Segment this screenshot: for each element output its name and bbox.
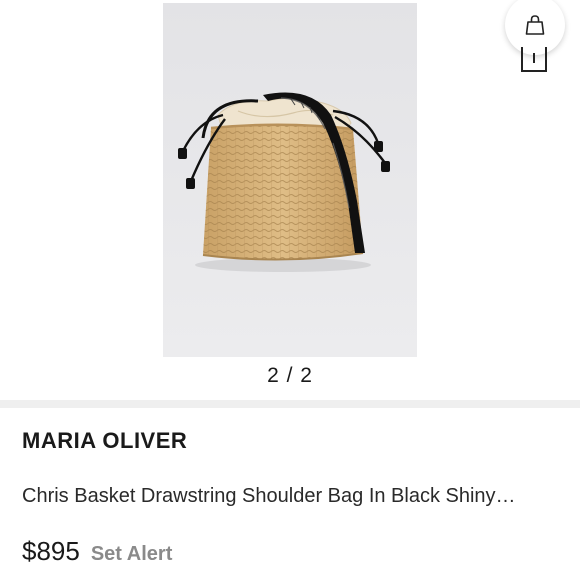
section-divider [0,400,580,408]
basket-bag-illustration [163,3,417,357]
set-alert-button[interactable]: Set Alert [91,543,173,566]
brand-name[interactable]: MARIA OLIVER [22,428,187,454]
shopping-bag-icon [525,15,545,35]
product-gallery: 2 / 2 [0,0,580,400]
product-price: $895 [22,536,80,566]
product-title: Chris Basket Drawstring Shoulder Bag In … [22,485,516,507]
image-pager: 2 / 2 [267,364,313,387]
price-row: $895 Set Alert [22,536,172,567]
share-icon[interactable] [520,47,548,73]
product-image[interactable] [163,3,417,357]
